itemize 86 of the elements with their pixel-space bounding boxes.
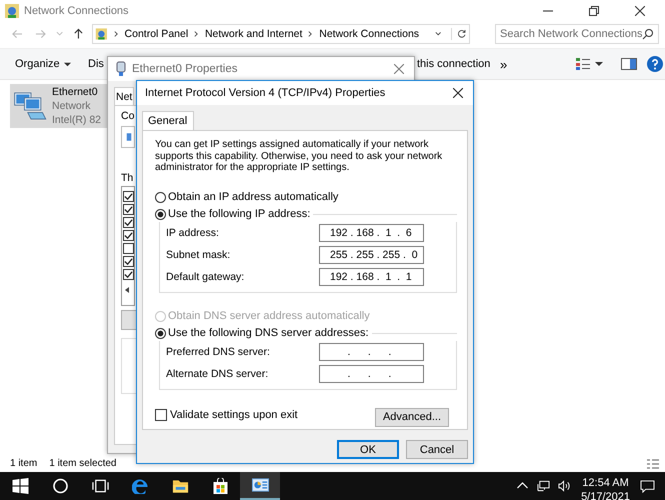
up-arrow-icon[interactable] xyxy=(73,28,84,40)
restore-icon[interactable] xyxy=(589,6,599,16)
control-panel-icon xyxy=(252,477,268,493)
field-label: Alternate DNS server: xyxy=(166,368,268,380)
connection-item[interactable]: Ethernet0 Network Intel(R) 82 xyxy=(10,84,110,128)
clock-time[interactable]: 12:54 AM xyxy=(582,476,629,490)
details-view-icon[interactable] xyxy=(647,458,659,470)
chevron-icon xyxy=(308,30,314,38)
caret-icon xyxy=(64,60,71,68)
section-label: Th xyxy=(121,172,134,184)
close-icon[interactable] xyxy=(635,6,645,16)
chevron-icon xyxy=(114,30,119,38)
tab[interactable]: Net xyxy=(114,87,134,105)
section-label: Co xyxy=(121,110,134,122)
connection-detail: Intel(R) 82 xyxy=(52,113,102,127)
refresh-icon[interactable] xyxy=(451,28,467,40)
radio-button[interactable] xyxy=(155,208,166,220)
taskbar-app[interactable] xyxy=(240,472,280,500)
checkbox[interactable] xyxy=(123,230,134,241)
breadcrumb[interactable]: Network Connections xyxy=(319,28,420,40)
overflow-button[interactable]: » xyxy=(500,56,508,72)
notification-icon[interactable] xyxy=(640,480,655,492)
ip-address-field[interactable]: . . . xyxy=(319,364,424,382)
clock-date[interactable]: 5/17/2021 xyxy=(581,490,630,500)
ip-address-field[interactable]: 192 . 168 . 1 . 6 xyxy=(319,224,424,242)
caret-icon[interactable] xyxy=(435,30,442,38)
network-icon[interactable] xyxy=(537,480,550,492)
view-options-icon[interactable] xyxy=(575,57,591,71)
radio-label[interactable]: Use the following DNS server addresses: xyxy=(168,327,369,339)
field-label: Default gateway: xyxy=(166,270,244,282)
field-label: IP address: xyxy=(166,226,219,238)
ip-address-field[interactable]: . . . xyxy=(319,342,424,360)
chevron-icon xyxy=(194,30,199,38)
circle-icon xyxy=(52,478,68,494)
toolbar-command[interactable]: Dis xyxy=(88,58,104,70)
field-label: Preferred DNS server: xyxy=(166,346,270,358)
preview-pane-icon[interactable] xyxy=(621,57,637,71)
network-adapter-icon xyxy=(116,61,126,77)
checkbox[interactable] xyxy=(123,204,134,215)
ip-address-field[interactable]: 192 . 168 . 1 . 1 xyxy=(319,268,424,286)
dialog-title: Internet Protocol Version 4 (TCP/IPv4) Properties xyxy=(145,87,386,99)
organize-menu[interactable]: Organize xyxy=(15,58,71,70)
status-text: 1 item xyxy=(10,458,38,469)
intro-text: You can get IP settings assigned automatically if your network supports this capability. Otherwise, you need to ask your network administrator for the appropriate IP settings. xyxy=(155,139,444,174)
radio-label[interactable]: Use the following IP address: xyxy=(168,208,310,220)
connection-name: Ethernet0 xyxy=(52,85,99,99)
window-title: Network Connections xyxy=(24,5,129,17)
shopping-bag-icon xyxy=(212,478,228,494)
status-text: 1 item selected xyxy=(49,458,116,469)
checkbox[interactable] xyxy=(123,256,134,267)
dialog-button[interactable]: Cancel xyxy=(406,440,468,459)
speaker-icon[interactable] xyxy=(558,480,572,492)
checkbox[interactable] xyxy=(123,243,134,254)
adapter-icon xyxy=(126,132,132,142)
address-bar[interactable]: Control Panel Network and Internet Network Connections xyxy=(92,24,470,44)
folder-icon xyxy=(172,478,188,494)
network-folder-icon xyxy=(94,26,108,42)
radio-button[interactable] xyxy=(155,328,166,338)
checkbox[interactable] xyxy=(155,409,167,421)
checkbox[interactable] xyxy=(123,191,134,202)
search-field[interactable]: Search Network Connections xyxy=(494,24,659,44)
network-folder-icon xyxy=(4,3,20,19)
connection-detail: Network xyxy=(52,99,92,113)
dialog-button[interactable] xyxy=(121,310,137,330)
field-label: Subnet mask: xyxy=(166,248,230,260)
task-view-icon xyxy=(92,478,108,494)
tab[interactable]: General xyxy=(142,111,194,130)
browser-e-icon xyxy=(132,478,148,494)
breadcrumb[interactable]: Network and Internet xyxy=(204,28,302,40)
ip-address-field[interactable]: 255 . 255 . 255 . 0 xyxy=(319,246,424,264)
radio-label[interactable]: Obtain an IP address automatically xyxy=(168,191,338,203)
checkbox[interactable] xyxy=(123,217,134,228)
checkbox-label[interactable]: Validate settings upon exit xyxy=(170,409,298,421)
caret-icon[interactable] xyxy=(595,60,603,68)
search-icon xyxy=(642,28,654,40)
scroll-left-icon[interactable] xyxy=(123,286,131,294)
checkbox[interactable] xyxy=(123,269,134,280)
help-icon[interactable] xyxy=(647,56,663,72)
breadcrumb[interactable]: Control Panel xyxy=(124,28,188,40)
dialog-button[interactable]: OK xyxy=(337,440,399,459)
radio-button[interactable] xyxy=(155,192,166,202)
toolbar-command[interactable]: this connection xyxy=(417,58,490,70)
advanced-button[interactable]: Advanced... xyxy=(375,408,449,426)
close-icon[interactable] xyxy=(453,88,463,98)
windows-logo-icon xyxy=(12,478,28,494)
dialog-title: Ethernet0 Properties xyxy=(132,63,238,75)
